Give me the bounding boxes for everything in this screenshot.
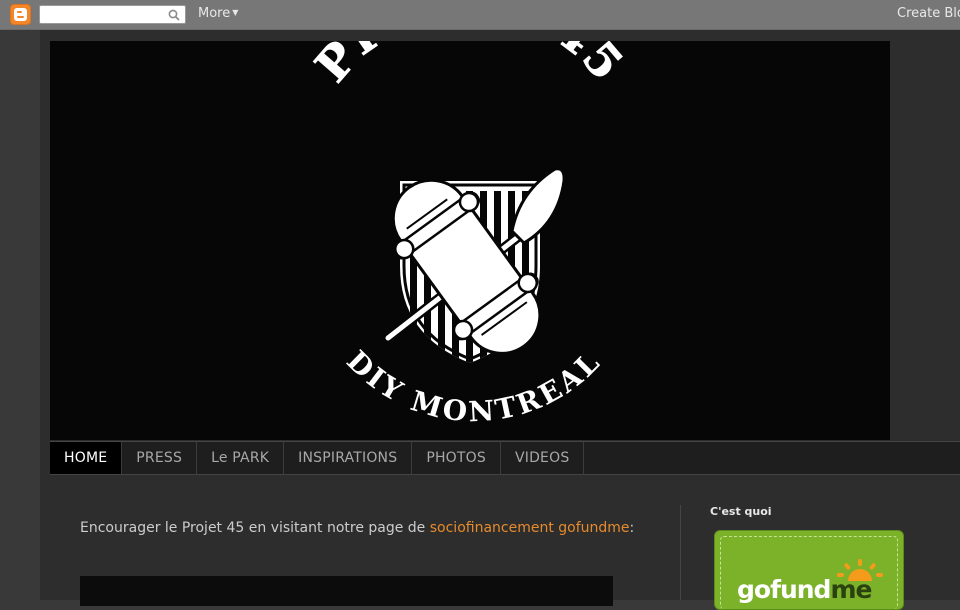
search-icon[interactable] <box>168 9 180 21</box>
tab-le-park[interactable]: Le PARK <box>197 442 285 474</box>
gofundme-badge[interactable]: gofundme <box>714 530 904 610</box>
svg-text:PROJET 45: PROJET 45 <box>305 41 636 92</box>
main-column: Encourager le Projet 45 en visitant notr… <box>80 520 640 536</box>
caret-down-icon: ▼ <box>232 8 239 17</box>
intro-prefix: Encourager le Projet 45 en visitant notr… <box>80 520 430 536</box>
tab-press[interactable]: PRESS <box>122 442 198 474</box>
sidebar-divider <box>680 505 681 600</box>
header-title: PROJET 45 <box>304 41 633 93</box>
create-blog-link[interactable]: Create Blo <box>897 6 960 21</box>
blogger-navbar: More ▼ Create Blo <box>0 0 960 30</box>
page-tabs: HOME PRESS Le PARK INSPIRATIONS PHOTOS V… <box>50 441 960 475</box>
search-input[interactable] <box>39 5 186 24</box>
gofundme-link[interactable]: sociofinancement gofundme <box>430 520 630 536</box>
header-image[interactable]: PROJET 45 DIY MONTREAL <box>50 41 890 440</box>
tab-videos[interactable]: VIDEOS <box>501 442 585 474</box>
more-menu-button[interactable]: More ▼ <box>198 6 238 21</box>
tab-inspirations[interactable]: INSPIRATIONS <box>284 442 413 474</box>
tab-home[interactable]: HOME <box>50 442 123 474</box>
intro-suffix: : <box>629 520 635 536</box>
intro-text: Encourager le Projet 45 en visitant notr… <box>80 520 640 536</box>
sidebar-widget-title: C'est quoi <box>710 505 772 518</box>
tab-photos[interactable]: PHOTOS <box>412 442 501 474</box>
more-label: More <box>198 6 231 21</box>
blogger-logo-icon[interactable] <box>10 4 31 25</box>
embedded-video[interactable] <box>80 576 613 606</box>
